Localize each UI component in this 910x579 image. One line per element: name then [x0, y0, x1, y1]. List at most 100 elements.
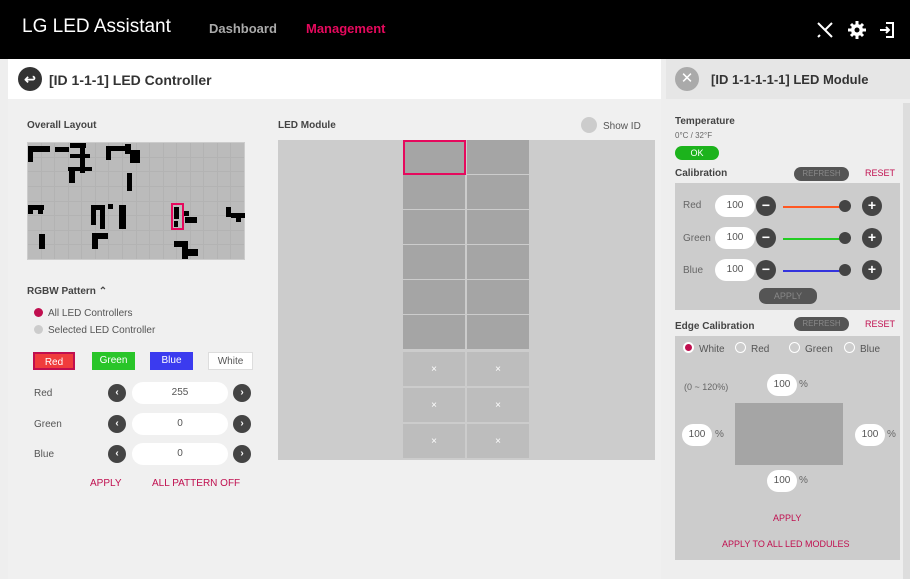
minus-icon[interactable]: −	[756, 196, 776, 216]
minus-icon[interactable]: −	[756, 260, 776, 280]
layout-block	[100, 209, 105, 229]
plus-icon[interactable]: +	[862, 260, 882, 280]
controller-panel: ↩ [ID 1-1-1] LED Controller Overall Layo…	[8, 59, 661, 579]
led-module-cell[interactable]	[467, 315, 529, 350]
led-module-cell[interactable]	[403, 315, 465, 350]
cal-blue-slider[interactable]	[783, 270, 845, 272]
radio-dot-icon	[683, 342, 694, 353]
pattern-blue-button[interactable]: Blue	[150, 352, 193, 370]
overall-layout-label: Overall Layout	[27, 120, 97, 131]
led-module-cell[interactable]	[403, 280, 465, 315]
led-module-cell[interactable]	[403, 210, 465, 245]
edge-reset-button[interactable]: RESET	[865, 319, 895, 329]
calibration-box: Red 100 − + Green 100 − + Blue 100 − + A…	[675, 183, 900, 310]
led-module-cell[interactable]	[467, 245, 529, 280]
chevron-left-icon[interactable]: ‹	[108, 415, 126, 433]
radio-all-controllers[interactable]: All LED Controllers	[34, 308, 132, 319]
chevron-up-icon[interactable]: ⌃	[99, 286, 107, 297]
cal-red-slider[interactable]	[783, 206, 845, 208]
pattern-green-button[interactable]: Green	[92, 352, 135, 370]
module-panel: ✕ [ID 1-1-1-1-1] LED Module Temperature …	[666, 59, 910, 579]
led-module-cell[interactable]	[467, 175, 529, 210]
edge-refresh-button[interactable]: REFRESH	[794, 317, 849, 331]
scrollbar[interactable]	[903, 103, 910, 579]
percent-label: %	[715, 429, 724, 440]
toggle-icon	[581, 117, 597, 133]
percent-label: %	[799, 475, 808, 486]
red-value-input[interactable]: 255	[132, 382, 228, 404]
rgbw-pattern-label[interactable]: RGBW Pattern ⌃	[27, 286, 107, 297]
led-module-cell[interactable]	[467, 140, 529, 175]
layout-block	[69, 171, 75, 183]
close-icon[interactable]: ✕	[675, 67, 699, 91]
layout-block	[28, 146, 33, 162]
layout-block	[106, 146, 111, 160]
led-module-cell[interactable]	[467, 210, 529, 245]
cal-green-slider[interactable]	[783, 238, 845, 240]
chevron-right-icon[interactable]: ›	[233, 384, 251, 402]
cal-blue-input[interactable]: 100	[715, 259, 755, 281]
selected-module-outline	[403, 140, 466, 175]
chevron-right-icon[interactable]: ›	[233, 415, 251, 433]
apply-to-all-button[interactable]: APPLY TO ALL LED MODULES	[722, 539, 850, 549]
calibration-apply-button[interactable]: APPLY	[759, 288, 817, 304]
plus-icon[interactable]: +	[862, 228, 882, 248]
blue-value-input[interactable]: 0	[132, 443, 228, 465]
pattern-apply-button[interactable]: APPLY	[90, 478, 122, 489]
edge-radio-blue[interactable]: Blue	[844, 342, 880, 355]
nav-dashboard[interactable]: Dashboard	[209, 21, 277, 36]
temperature-value: 0°C / 32°F	[675, 131, 713, 140]
status-badge: OK	[675, 146, 719, 160]
radio-dot-icon	[844, 342, 855, 353]
plus-icon[interactable]: +	[862, 196, 882, 216]
slider-knob[interactable]	[839, 264, 851, 276]
edge-apply-button[interactable]: APPLY	[773, 513, 801, 523]
led-module-cell[interactable]	[467, 280, 529, 315]
layout-block	[108, 204, 113, 209]
logout-icon[interactable]	[877, 20, 897, 40]
controller-title: [ID 1-1-1] LED Controller	[49, 72, 212, 88]
cal-red-input[interactable]: 100	[715, 195, 755, 217]
module-preview	[735, 403, 843, 465]
selected-controller-marker[interactable]	[171, 203, 184, 230]
green-value-input[interactable]: 0	[132, 413, 228, 435]
calibration-reset-button[interactable]: RESET	[865, 168, 895, 178]
slider-knob[interactable]	[839, 200, 851, 212]
chevron-left-icon[interactable]: ‹	[108, 445, 126, 463]
nav-management[interactable]: Management	[306, 21, 385, 36]
layout-block	[127, 173, 132, 191]
cal-blue-label: Blue	[683, 265, 704, 276]
led-module-cell[interactable]	[403, 175, 465, 210]
layout-block	[55, 147, 69, 152]
cal-green-input[interactable]: 100	[715, 227, 755, 249]
edge-radio-white[interactable]: White	[683, 342, 725, 355]
led-module-label: LED Module	[278, 120, 336, 131]
show-id-toggle[interactable]: Show ID	[581, 117, 641, 133]
chevron-right-icon[interactable]: ›	[233, 445, 251, 463]
empty-module-cell: ×	[403, 424, 465, 459]
gear-icon[interactable]	[847, 20, 867, 40]
edge-right-input[interactable]: 100	[855, 424, 885, 446]
led-module-cell[interactable]	[403, 245, 465, 280]
tools-icon[interactable]	[815, 20, 835, 40]
edge-top-input[interactable]: 100	[767, 374, 797, 396]
empty-module-cell: ×	[467, 424, 529, 459]
layout-block	[39, 234, 45, 249]
edge-radio-green[interactable]: Green	[789, 342, 833, 355]
pattern-red-button[interactable]: Red	[33, 352, 75, 370]
temperature-label: Temperature	[675, 116, 735, 127]
chevron-left-icon[interactable]: ‹	[108, 384, 126, 402]
edge-left-input[interactable]: 100	[682, 424, 712, 446]
edge-range-label: (0 ~ 120%)	[684, 382, 729, 392]
radio-selected-controller[interactable]: Selected LED Controller	[34, 325, 155, 336]
minus-icon[interactable]: −	[756, 228, 776, 248]
all-pattern-off-button[interactable]: ALL PATTERN OFF	[152, 478, 240, 489]
calibration-refresh-button[interactable]: REFRESH	[794, 167, 849, 181]
back-icon[interactable]: ↩	[18, 67, 42, 91]
slider-knob[interactable]	[839, 232, 851, 244]
layout-block	[38, 205, 43, 214]
edge-bottom-input[interactable]: 100	[767, 470, 797, 492]
pattern-white-button[interactable]: White	[208, 352, 253, 370]
cal-green-label: Green	[683, 233, 711, 244]
edge-radio-red[interactable]: Red	[735, 342, 769, 355]
